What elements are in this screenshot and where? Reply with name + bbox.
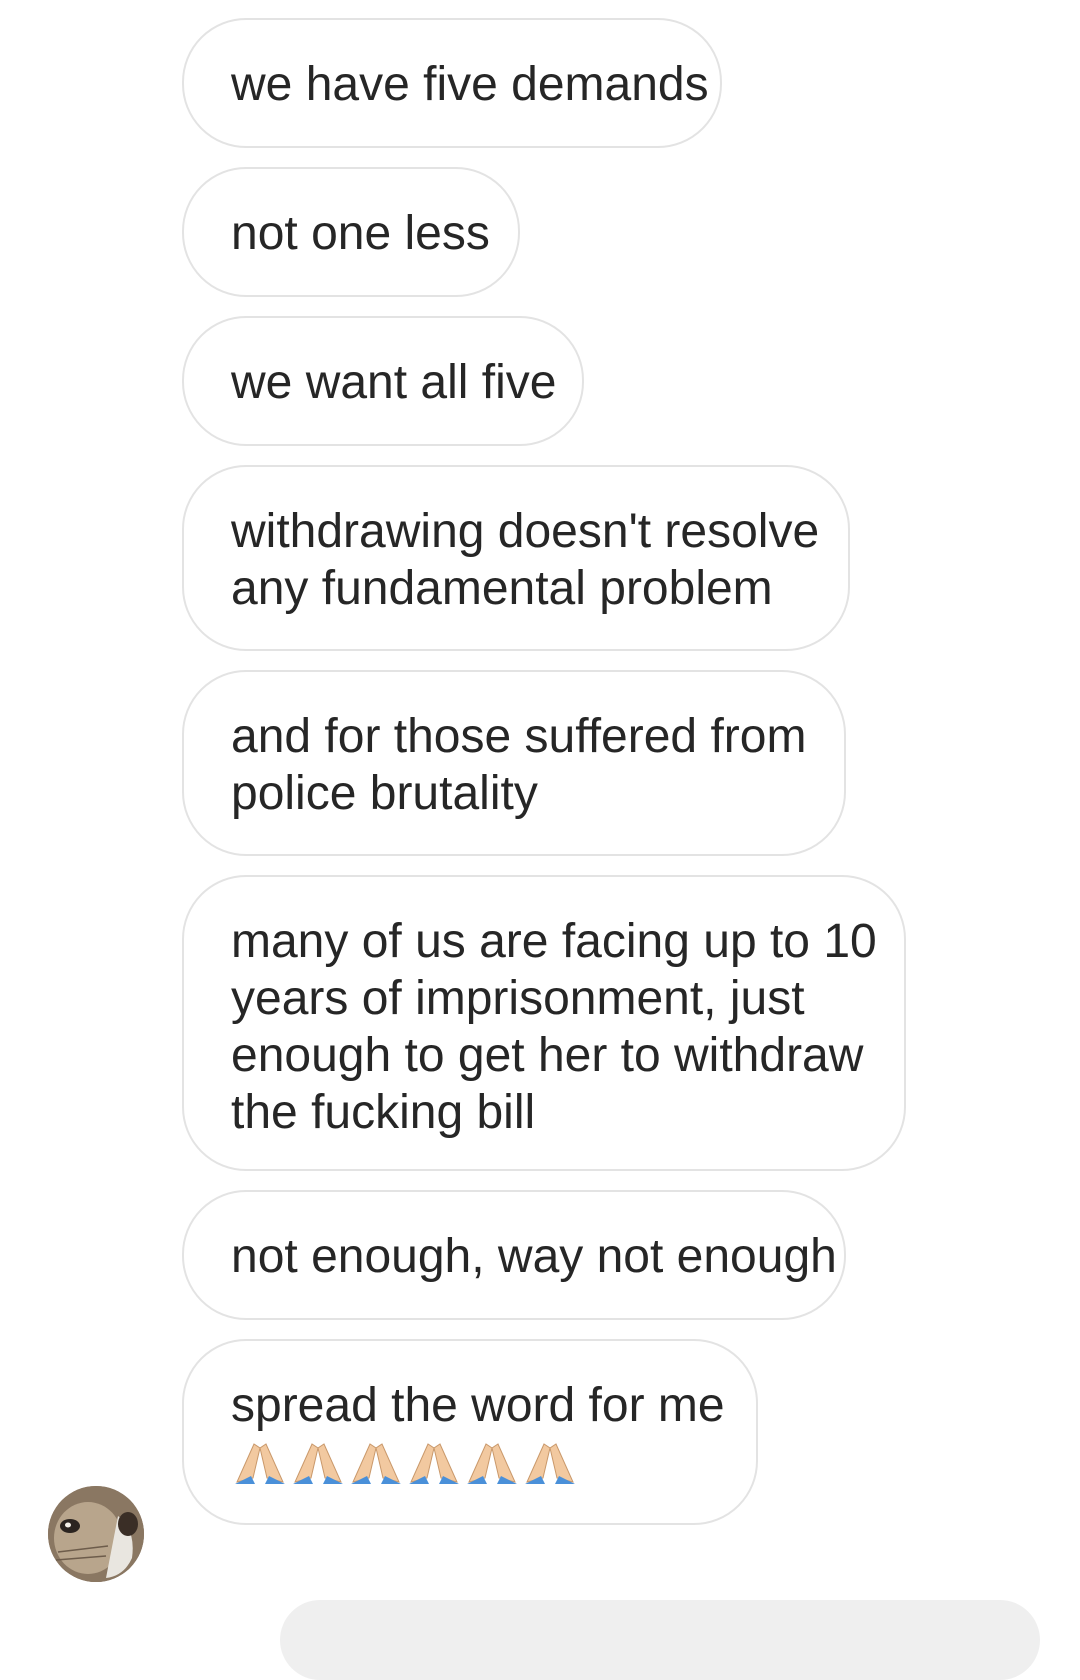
folded-hands-icon xyxy=(467,1443,517,1484)
message-text: enough to get her to withdraw xyxy=(231,1029,864,1082)
message-text: withdrawing doesn't resolve xyxy=(231,505,820,558)
folded-hands-icon xyxy=(525,1443,575,1484)
message-bubble[interactable]: we want all five xyxy=(182,316,584,446)
message-text: the fucking bill xyxy=(231,1086,536,1139)
message-text: not enough, way not enough xyxy=(231,1230,837,1283)
message-bubble[interactable]: not enough, way not enough xyxy=(182,1190,846,1320)
message-text: years of imprisonment, just xyxy=(231,972,805,1025)
message-text: not one less xyxy=(231,207,490,260)
message-text: spread the word for me xyxy=(231,1379,725,1432)
message-text: police brutality xyxy=(231,767,538,820)
message-text: any fundamental problem xyxy=(231,562,773,615)
avatar-image xyxy=(48,1486,144,1582)
folded-hands-icon xyxy=(409,1443,459,1484)
message-text: many of us are facing up to 10 xyxy=(231,915,877,968)
message-text: and for those suffered from xyxy=(231,710,807,763)
message-thread: we have five demands not one less we wan… xyxy=(0,0,1080,1680)
message-composer[interactable] xyxy=(280,1600,1040,1680)
folded-hands-icon xyxy=(235,1443,285,1484)
message-text: we want all five xyxy=(231,356,557,409)
avatar[interactable] xyxy=(48,1486,144,1582)
message-bubble[interactable]: not one less xyxy=(182,167,520,297)
folded-hands-icon xyxy=(351,1443,401,1484)
message-bubble[interactable]: we have five demands xyxy=(182,18,722,148)
folded-hands-icon xyxy=(293,1443,343,1484)
message-bubble[interactable]: spread the word for me xyxy=(182,1339,758,1525)
message-bubble[interactable]: and for those suffered from police bruta… xyxy=(182,670,846,856)
message-bubble[interactable]: withdrawing doesn't resolve any fundamen… xyxy=(182,465,850,651)
message-bubble[interactable]: many of us are facing up to 10 years of … xyxy=(182,875,906,1171)
message-text: we have five demands xyxy=(231,58,709,111)
emoji-row xyxy=(231,1440,712,1484)
